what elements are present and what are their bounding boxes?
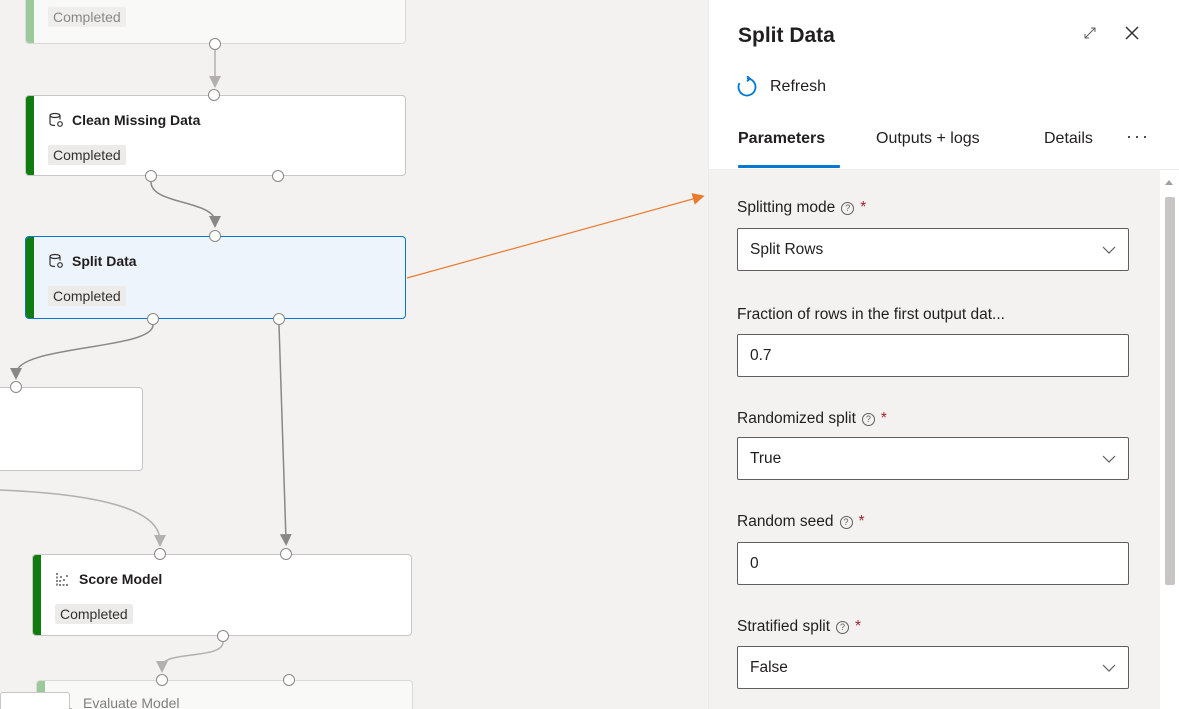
output-port-right[interactable] [272,170,284,182]
tab-outputs-logs[interactable]: Outputs + logs [876,130,980,148]
status-badge: Completed [55,604,133,624]
input-port[interactable] [209,230,221,242]
pipeline-node-offscreen[interactable] [0,387,143,471]
scatter-icon [56,573,69,586]
help-icon[interactable]: ? [861,412,875,426]
input-port-right[interactable] [283,674,295,686]
canvas-minimap-control[interactable] [0,692,70,709]
node-title: Evaluate Model [83,695,180,709]
input-port[interactable] [10,381,22,393]
randomized-split-dropdown[interactable]: True [737,437,1129,480]
refresh-label: Refresh [770,78,827,95]
fraction-input-box[interactable] [750,346,1116,365]
node-title: Clean Missing Data [72,112,201,128]
node-title: Split Data [72,253,137,269]
pipeline-node-score-model[interactable]: Score Model Completed [32,554,412,636]
dropdown-value: True [750,449,782,467]
refresh-icon [737,76,757,97]
status-badge: Completed [48,145,126,165]
output-port-left[interactable] [147,313,159,325]
output-port-right[interactable] [273,313,285,325]
random-seed-input[interactable] [737,542,1129,585]
output-port[interactable] [217,630,229,642]
more-tabs-button[interactable]: ··· [1126,126,1150,147]
input-port-left[interactable] [154,548,166,560]
pipeline-node-evaluate-model[interactable]: Evaluate Model [36,680,413,709]
pipeline-node-clean-missing-data[interactable]: Clean Missing Data Completed [25,95,406,176]
status-bar [26,237,34,318]
output-port-left[interactable] [145,170,157,182]
dataset-gear-icon [49,253,63,268]
input-port-right[interactable] [280,548,292,560]
output-port[interactable] [209,38,221,50]
randomized-split-label: Randomized split ? * [737,410,887,427]
required-marker: * [855,618,862,635]
help-icon[interactable]: ? [836,620,850,634]
parameters-form: Splitting mode ? * Split Rows Fraction o… [709,170,1160,709]
required-marker: * [858,513,865,530]
fraction-input[interactable] [737,334,1129,377]
status-badge: Completed [48,7,126,27]
splitting-mode-dropdown[interactable]: Split Rows [737,228,1129,271]
help-icon[interactable]: ? [841,201,855,215]
tab-parameters[interactable]: Parameters [738,130,825,148]
splitting-mode-label: Splitting mode ? * [737,199,867,216]
panel-title: Split Data [738,24,835,47]
panel-scrollbar[interactable] [1160,170,1179,709]
dropdown-value: Split Rows [750,240,824,258]
input-port[interactable] [208,89,220,101]
help-icon[interactable]: ? [839,515,853,529]
active-tab-indicator [738,165,840,168]
status-bar [26,0,34,43]
chevron-down-icon [1102,664,1116,672]
pipeline-node-split-data[interactable]: Split Data Completed [25,236,406,319]
chevron-down-icon [1102,246,1116,254]
close-icon[interactable] [1121,22,1143,44]
properties-panel: Split Data Refresh Parameters Outputs + … [708,0,1179,709]
status-badge: Completed [48,286,126,306]
stratified-split-label: Stratified split ? * [737,618,862,635]
status-bar [26,96,34,175]
random-seed-label: Random seed ? * [737,513,865,530]
tab-details[interactable]: Details [1044,130,1093,148]
fraction-label: Fraction of rows in the first output dat… [737,306,1005,323]
dropdown-value: False [750,658,788,676]
scroll-thumb[interactable] [1165,197,1175,585]
expand-icon[interactable] [1079,22,1101,44]
random-seed-input-box[interactable] [750,554,1116,573]
status-bar [33,555,41,635]
panel-tabs: Parameters Outputs + logs Details [738,130,1179,168]
required-marker: * [880,410,887,427]
refresh-button[interactable]: Refresh [736,76,826,98]
stratified-split-dropdown[interactable]: False [737,646,1129,689]
chevron-down-icon [1102,455,1116,463]
node-title: Score Model [79,571,163,587]
required-marker: * [860,199,867,216]
scroll-up-arrow-icon[interactable] [1165,180,1173,185]
dataset-gear-icon [49,112,63,127]
input-port-left[interactable] [156,674,168,686]
pipeline-canvas[interactable]: Completed Clean Missing Data Completed S… [0,0,708,709]
